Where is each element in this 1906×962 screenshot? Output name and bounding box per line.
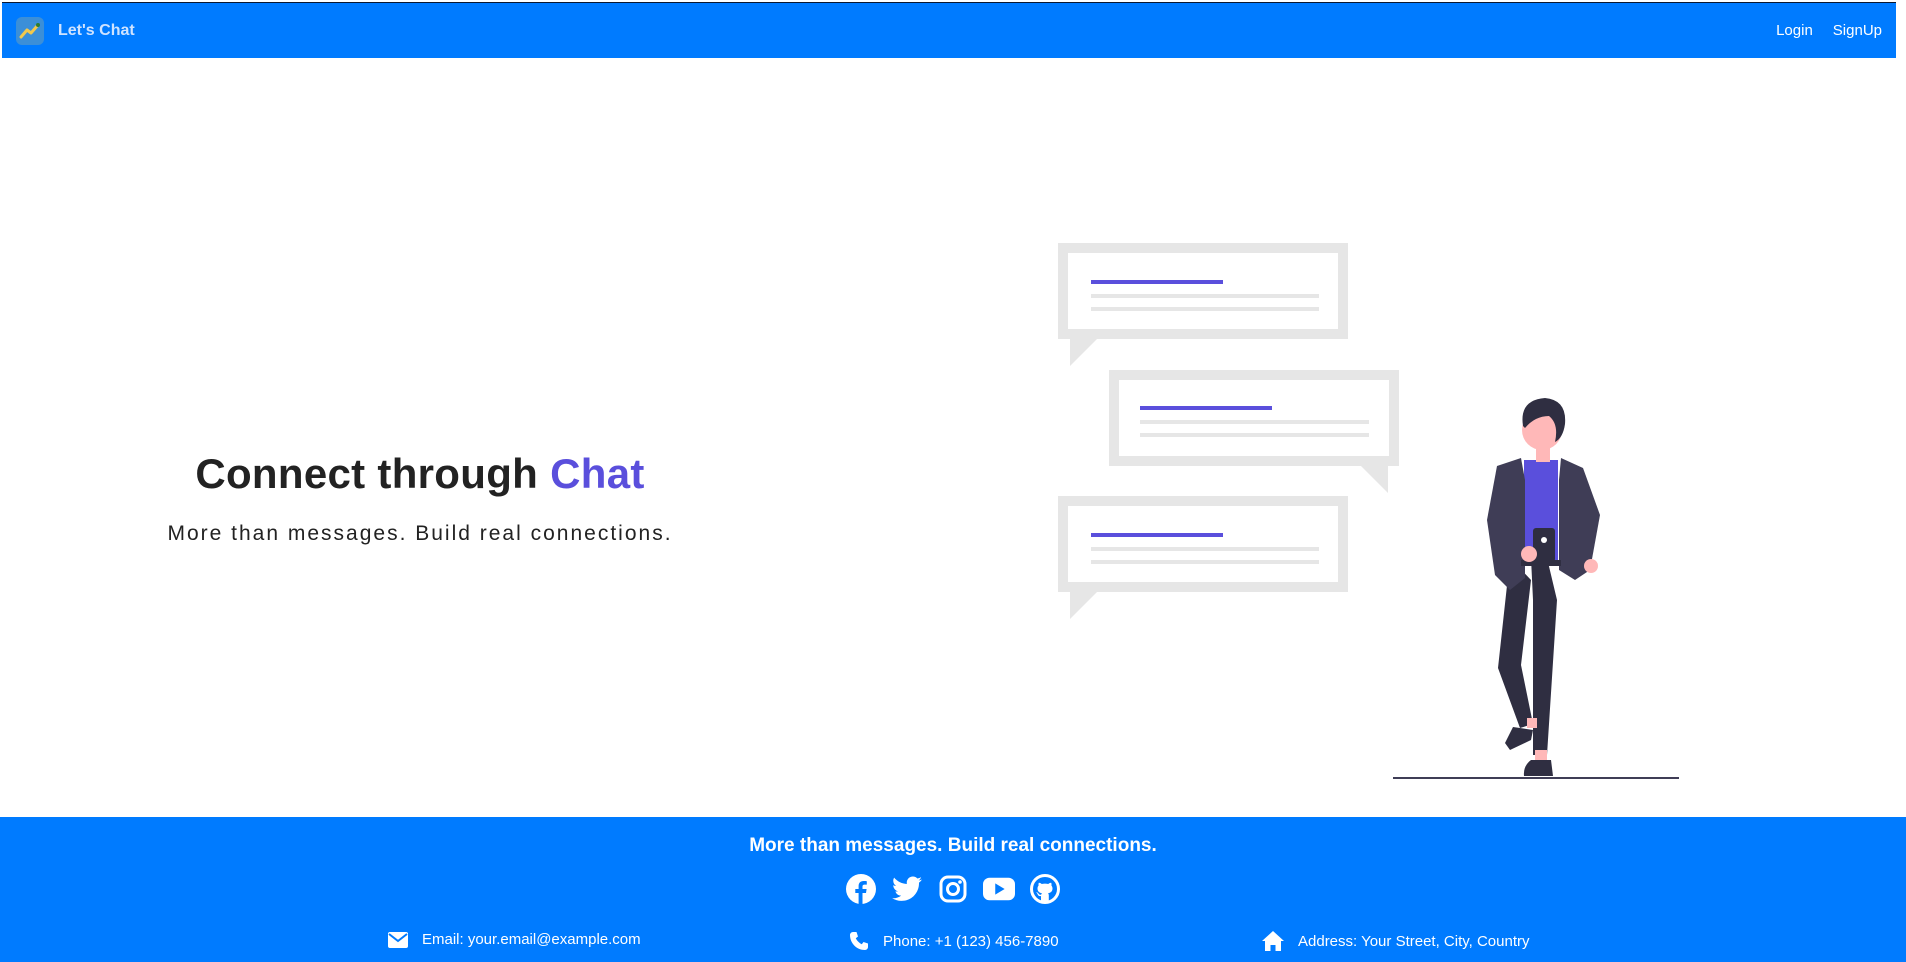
footer-tagline: More than messages. Build real connectio… bbox=[749, 835, 1157, 856]
youtube-icon[interactable] bbox=[983, 873, 1015, 905]
email-text[interactable]: Email: your.email@example.com bbox=[422, 931, 641, 948]
phone-text[interactable]: Phone: +1 (123) 456-7890 bbox=[883, 933, 1059, 950]
chat-bubble-3 bbox=[1058, 496, 1348, 619]
contact-phone: Phone: +1 (123) 456-7890 bbox=[849, 931, 1059, 951]
envelope-icon bbox=[388, 931, 408, 948]
phone-icon bbox=[850, 932, 868, 950]
chat-bubble-1 bbox=[1058, 243, 1348, 366]
hero-title: Connect through Chat bbox=[130, 450, 710, 498]
chat-illustration bbox=[1058, 243, 1679, 779]
hero-title-accent: Chat bbox=[550, 450, 645, 497]
instagram-icon[interactable] bbox=[937, 873, 969, 905]
facebook-icon[interactable] bbox=[845, 873, 877, 905]
page: Let's Chat Login SignUp Connect through … bbox=[0, 0, 1906, 962]
hero-subtitle: More than messages. Build real connectio… bbox=[167, 522, 673, 545]
navbar: Let's Chat Login SignUp bbox=[2, 2, 1896, 58]
hero-title-main: Connect through bbox=[195, 450, 539, 497]
footer: More than messages. Build real connectio… bbox=[0, 817, 1906, 962]
social-links bbox=[0, 873, 1906, 905]
brand-logo-icon bbox=[16, 16, 44, 45]
contact-email: Email: your.email@example.com bbox=[388, 931, 641, 948]
signup-link[interactable]: SignUp bbox=[1833, 22, 1882, 39]
brand-name: Let's Chat bbox=[58, 21, 135, 39]
login-link[interactable]: Login bbox=[1776, 22, 1813, 39]
hero-text: Connect through Chat More than messages.… bbox=[130, 450, 710, 546]
person-figure bbox=[1487, 398, 1600, 776]
address-text: Address: Your Street, City, Country bbox=[1298, 932, 1530, 950]
home-icon bbox=[1262, 931, 1284, 951]
chat-bubble-2 bbox=[1109, 370, 1399, 493]
nav-links: Login SignUp bbox=[1776, 22, 1882, 39]
contact-address: Address: Your Street, City, Country bbox=[1262, 931, 1530, 951]
brand-link[interactable]: Let's Chat bbox=[16, 16, 135, 45]
github-icon[interactable] bbox=[1029, 873, 1061, 905]
twitter-icon[interactable] bbox=[891, 873, 923, 905]
